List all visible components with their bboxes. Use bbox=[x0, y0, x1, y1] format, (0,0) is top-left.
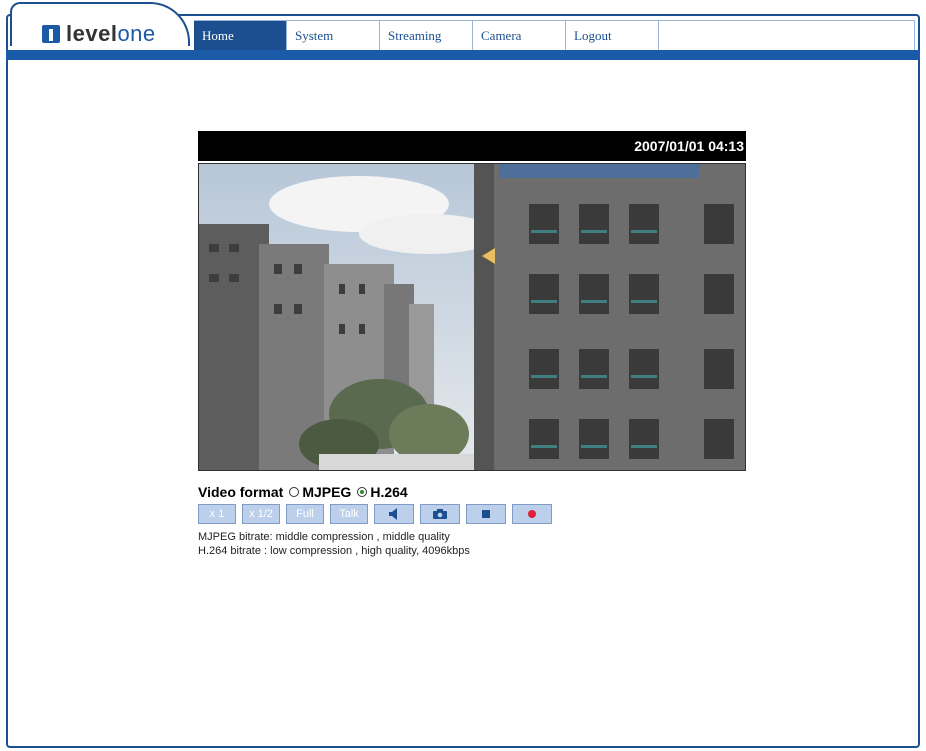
video-timestamp-bar: 2007/01/01 04:13 bbox=[198, 131, 746, 161]
logo: level one bbox=[42, 21, 156, 47]
radio-h264[interactable]: H.264 bbox=[357, 484, 408, 500]
record-icon bbox=[528, 510, 536, 518]
record-button[interactable] bbox=[512, 504, 552, 524]
video-format-label: Video format bbox=[198, 484, 284, 500]
camera-icon bbox=[433, 509, 447, 519]
mjpeg-bitrate-text: MJPEG bitrate: middle compression , midd… bbox=[198, 531, 450, 543]
stop-button[interactable] bbox=[466, 504, 506, 524]
logo-level-text: level bbox=[66, 21, 118, 46]
talk-button[interactable]: Talk bbox=[330, 504, 368, 524]
nav-camera[interactable]: Camera bbox=[473, 20, 566, 50]
zoom-half-button[interactable]: x 1/2 bbox=[242, 504, 280, 524]
video-timestamp: 2007/01/01 04:13 bbox=[634, 138, 744, 154]
zoom-x1-button[interactable]: x 1 bbox=[198, 504, 236, 524]
nav-bar bbox=[6, 50, 920, 60]
video-controls: Video format MJPEG H.264 x 1 x 1/2 Full … bbox=[198, 484, 758, 558]
speaker-icon bbox=[389, 508, 397, 520]
logo-mark-icon bbox=[42, 25, 60, 43]
radio-mjpeg-label: MJPEG bbox=[302, 484, 352, 500]
live-video[interactable] bbox=[198, 163, 746, 471]
nav-filler bbox=[659, 20, 915, 50]
nav-home[interactable]: Home bbox=[194, 20, 287, 50]
h264-bitrate-text: H.264 bitrate : low compression , high q… bbox=[198, 545, 470, 557]
radio-h264-circle[interactable] bbox=[357, 487, 368, 497]
radio-mjpeg[interactable]: MJPEG bbox=[289, 484, 351, 500]
stop-icon bbox=[482, 510, 490, 518]
video-button-row: x 1 x 1/2 Full Talk bbox=[198, 504, 758, 524]
nav-system[interactable]: System bbox=[287, 20, 380, 50]
nav-streaming[interactable]: Streaming bbox=[380, 20, 473, 50]
radio-h264-label: H.264 bbox=[370, 484, 408, 500]
logo-tab: level one bbox=[10, 2, 190, 46]
video-frame-image bbox=[199, 164, 745, 470]
speaker-button[interactable] bbox=[374, 504, 414, 524]
radio-mjpeg-circle[interactable] bbox=[289, 487, 300, 497]
fullscreen-button[interactable]: Full bbox=[286, 504, 324, 524]
snapshot-button[interactable] bbox=[420, 504, 460, 524]
bitrate-info: MJPEG bitrate: middle compression , midd… bbox=[198, 530, 758, 558]
main-nav: Home System Streaming Camera Logout bbox=[194, 20, 915, 50]
logo-one-text: one bbox=[117, 21, 156, 46]
video-format-row: Video format MJPEG H.264 bbox=[198, 484, 758, 500]
nav-logout[interactable]: Logout bbox=[566, 20, 659, 50]
